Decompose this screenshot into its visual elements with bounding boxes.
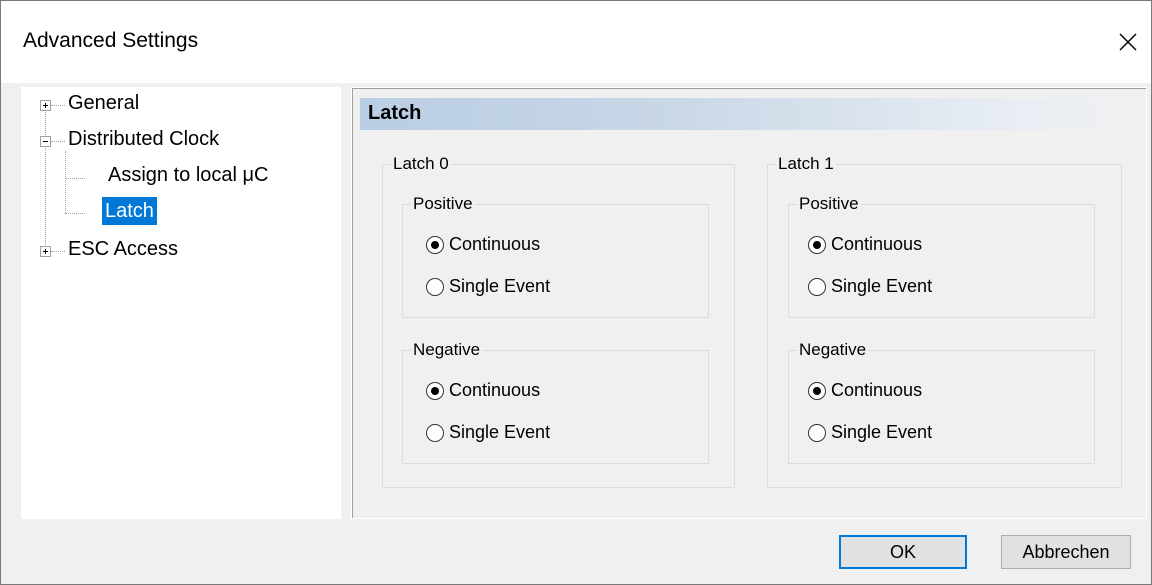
radio-label: Single Event <box>449 422 551 442</box>
latch1-positive-continuous-radio[interactable]: Continuous <box>808 234 922 255</box>
collapse-minus-icon[interactable] <box>40 136 51 147</box>
latch0-positive-title: Positive <box>413 194 473 213</box>
expand-plus-icon[interactable] <box>40 100 51 111</box>
latch1-negative-title: Negative <box>799 340 867 359</box>
tree-line <box>51 141 65 142</box>
latch-settings-panel: Latch Latch 0 Positive Continuous Single… <box>351 87 1147 519</box>
panel-header-title: Latch <box>368 102 422 124</box>
latch1-positive-title: Positive <box>799 194 859 213</box>
radio-unchecked-icon <box>426 423 444 442</box>
radio-label: Single Event <box>831 422 933 442</box>
cancel-button[interactable]: Abbrechen <box>1001 535 1131 569</box>
radio-label: Continuous <box>831 234 923 254</box>
latch0-negative-title: Negative <box>413 340 481 359</box>
tree-item-distributed-clock[interactable]: Distributed Clock <box>65 125 222 153</box>
radio-checked-icon <box>808 381 826 400</box>
latch1-negative-continuous-radio[interactable]: Continuous <box>808 380 922 401</box>
tree-line <box>65 151 66 213</box>
latch0-negative-continuous-radio[interactable]: Continuous <box>426 380 540 401</box>
radio-unchecked-icon <box>808 277 826 296</box>
tree-line <box>51 251 65 252</box>
tree-line <box>65 178 85 179</box>
radio-label: Continuous <box>449 234 541 254</box>
radio-label: Continuous <box>449 380 541 400</box>
latch0-positive-single-radio[interactable]: Single Event <box>426 276 550 297</box>
radio-checked-icon <box>426 235 444 254</box>
latch0-negative-group: Negative <box>402 340 709 464</box>
latch1-negative-single-radio[interactable]: Single Event <box>808 422 932 443</box>
tree-line <box>51 105 65 106</box>
latch0-positive-group: Positive <box>402 194 709 318</box>
tree-item-general[interactable]: General <box>65 89 142 117</box>
tree-item-latch[interactable]: Latch <box>102 197 157 225</box>
expand-plus-icon[interactable] <box>40 246 51 257</box>
latch1-negative-group: Negative <box>788 340 1095 464</box>
latch0-title: Latch 0 <box>393 154 449 173</box>
settings-tree: General Distributed Clock Assign to loca… <box>21 87 341 519</box>
radio-unchecked-icon <box>808 423 826 442</box>
close-icon <box>1119 33 1137 51</box>
radio-checked-icon <box>426 381 444 400</box>
ok-button[interactable]: OK <box>839 535 967 569</box>
close-button[interactable] <box>1105 1 1151 83</box>
radio-unchecked-icon <box>426 277 444 296</box>
tree-line <box>65 213 85 214</box>
dialog-title: Advanced Settings <box>23 29 199 52</box>
tree-item-assign-local[interactable]: Assign to local μC <box>105 161 271 189</box>
radio-label: Single Event <box>831 276 933 296</box>
radio-checked-icon <box>808 235 826 254</box>
latch1-title: Latch 1 <box>778 154 834 173</box>
tree-line <box>45 109 46 249</box>
tree-item-esc-access[interactable]: ESC Access <box>65 235 181 263</box>
title-bar: Advanced Settings <box>1 1 1151 83</box>
radio-label: Continuous <box>831 380 923 400</box>
radio-label: Single Event <box>449 276 551 296</box>
latch1-positive-group: Positive <box>788 194 1095 318</box>
advanced-settings-dialog: Advanced Settings General Distributed Cl… <box>0 0 1152 585</box>
latch0-negative-single-radio[interactable]: Single Event <box>426 422 550 443</box>
panel-header: Latch <box>360 98 1140 130</box>
latch1-positive-single-radio[interactable]: Single Event <box>808 276 932 297</box>
latch0-positive-continuous-radio[interactable]: Continuous <box>426 234 540 255</box>
